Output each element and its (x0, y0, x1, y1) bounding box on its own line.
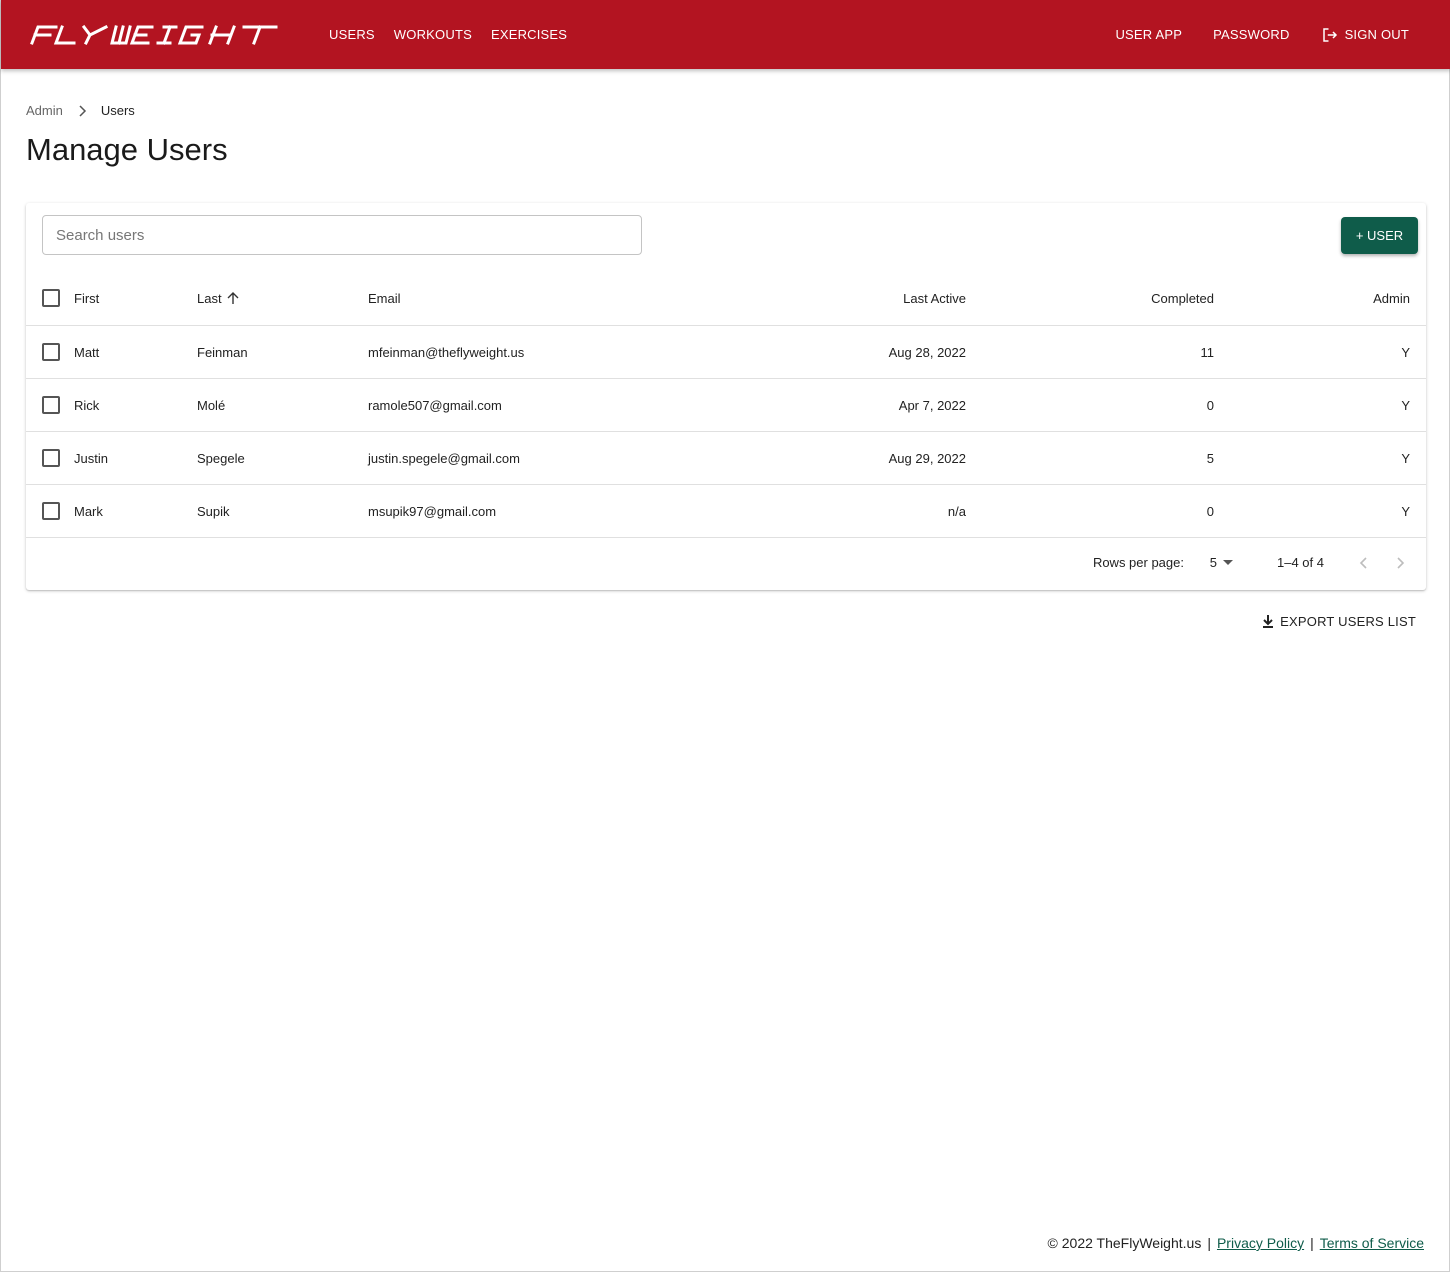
header-email[interactable]: Email (368, 271, 401, 325)
page-footer: © 2022 TheFlyWeight.us | Privacy Policy … (1048, 1235, 1424, 1251)
pagination: Rows per page: 5 1–4 of 4 (26, 537, 1426, 590)
cell-first: Mark (74, 503, 103, 519)
header-last-label: Last (197, 290, 222, 306)
chevron-left-icon[interactable] (1354, 553, 1374, 573)
flyweight-logo[interactable] (26, 24, 301, 46)
nav-password[interactable]: PASSWORD (1213, 0, 1289, 69)
users-table: First Last Email Last Active Completed A… (26, 271, 1426, 538)
cell-first: Justin (74, 450, 108, 466)
cell-admin: Y (1401, 450, 1410, 466)
breadcrumb: Admin Users (26, 103, 135, 118)
cell-completed: 0 (1206, 503, 1214, 519)
cell-last-active: Aug 28, 2022 (888, 344, 966, 360)
cell-email: justin.spegele@gmail.com (368, 450, 520, 466)
chevron-right-icon (79, 104, 86, 117)
cell-last-active: Aug 29, 2022 (888, 450, 966, 466)
terms-of-service-link[interactable]: Terms of Service (1320, 1235, 1424, 1251)
rows-per-page-value: 5 (1209, 555, 1217, 570)
cell-last: Spegele (197, 450, 245, 466)
table-row[interactable]: Rick Molé ramole507@gmail.com Apr 7, 202… (26, 379, 1426, 432)
nav-workouts[interactable]: WORKOUTS (394, 0, 472, 69)
users-card: + USER First Last Email Last Active Comp… (26, 203, 1426, 590)
sign-out-icon (1322, 27, 1337, 42)
cell-first: Rick (74, 397, 100, 413)
rows-per-page-label: Rows per page: (1092, 555, 1184, 570)
breadcrumb-current: Users (100, 103, 135, 118)
cell-completed: 11 (1200, 344, 1215, 360)
export-label: EXPORT USERS LIST (1280, 614, 1416, 629)
caret-down-icon (1223, 559, 1233, 565)
cell-admin: Y (1401, 397, 1410, 413)
row-checkbox[interactable] (42, 432, 60, 484)
arrow-up-icon (227, 292, 239, 304)
cell-last-active: Apr 7, 2022 (898, 397, 966, 413)
cell-completed: 5 (1206, 450, 1214, 466)
header-first[interactable]: First (74, 271, 99, 325)
chevron-right-icon[interactable] (1390, 553, 1410, 573)
nav-users[interactable]: USERS (329, 0, 375, 69)
header-last-active[interactable]: Last Active (903, 271, 966, 325)
breadcrumb-admin[interactable]: Admin (26, 103, 63, 118)
row-checkbox[interactable] (42, 326, 60, 378)
header-completed[interactable]: Completed (1151, 271, 1214, 325)
header-last[interactable]: Last (197, 271, 240, 325)
page-title: Manage Users (26, 132, 228, 167)
cell-last-active: n/a (947, 503, 966, 519)
table-row[interactable]: Mark Supik msupik97@gmail.com n/a 0 Y (26, 485, 1426, 538)
cell-last: Molé (197, 397, 226, 413)
cell-last: Supik (197, 503, 230, 519)
download-icon (1263, 615, 1274, 628)
cell-admin: Y (1401, 344, 1410, 360)
nav-user-app[interactable]: USER APP (1115, 0, 1182, 69)
cell-completed: 0 (1206, 397, 1214, 413)
row-checkbox[interactable] (42, 379, 60, 431)
cell-email: ramole507@gmail.com (368, 397, 502, 413)
row-checkbox[interactable] (42, 485, 60, 537)
nav-exercises[interactable]: EXERCISES (491, 0, 567, 69)
table-row[interactable]: Matt Feinman mfeinman@theflyweight.us Au… (26, 326, 1426, 379)
cell-last: Feinman (197, 344, 248, 360)
add-user-button[interactable]: + USER (1341, 217, 1418, 254)
export-users-button[interactable]: EXPORT USERS LIST (1262, 614, 1416, 629)
table-row[interactable]: Justin Spegele justin.spegele@gmail.com … (26, 432, 1426, 485)
privacy-policy-link[interactable]: Privacy Policy (1217, 1235, 1304, 1251)
cell-admin: Y (1401, 503, 1410, 519)
sign-out-link[interactable]: SIGN OUT (1321, 0, 1409, 69)
page-range: 1–4 of 4 (1277, 555, 1324, 570)
copyright: © 2022 TheFlyWeight.us (1047, 1235, 1202, 1251)
header-admin[interactable]: Admin (1373, 271, 1410, 325)
cell-email: msupik97@gmail.com (368, 503, 497, 519)
sign-out-label: SIGN OUT (1344, 27, 1409, 42)
footer-separator: | (1310, 1235, 1314, 1251)
search-input[interactable] (42, 215, 642, 255)
cell-email: mfeinman@theflyweight.us (368, 344, 525, 360)
rows-per-page-select[interactable]: 5 (1210, 555, 1233, 570)
footer-separator: | (1207, 1235, 1211, 1251)
cell-first: Matt (74, 344, 100, 360)
primary-nav: USERS WORKOUTS EXERCISES (329, 0, 567, 69)
select-all-checkbox[interactable] (42, 271, 60, 325)
account-nav: USER APP PASSWORD SIGN OUT (1115, 0, 1409, 69)
table-header-row: First Last Email Last Active Completed A… (26, 271, 1426, 326)
top-app-bar: USERS WORKOUTS EXERCISES USER APP PASSWO… (1, 0, 1450, 69)
